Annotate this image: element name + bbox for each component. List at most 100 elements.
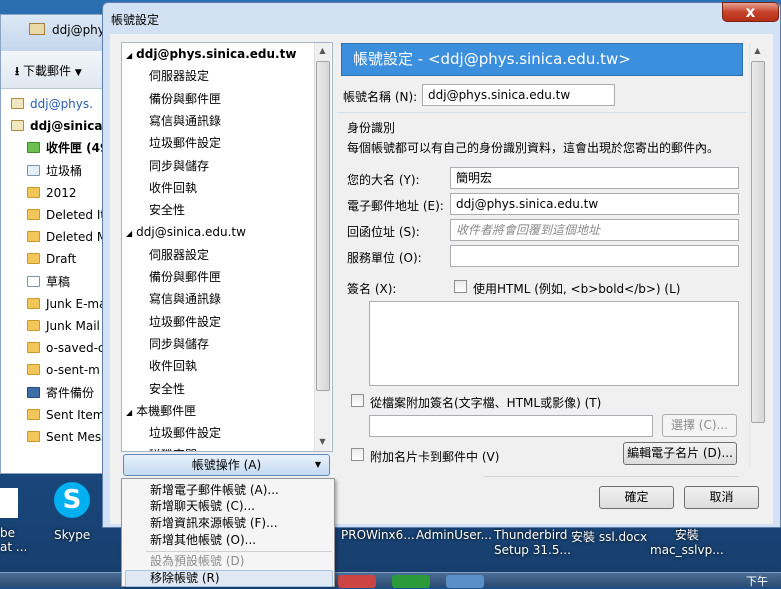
reply-to-input[interactable]: 收件者將會回覆到這個地址: [450, 219, 739, 241]
skype-icon: S: [54, 482, 90, 518]
tree-account[interactable]: ◢ ddj@sinica.edu.tw: [126, 221, 246, 243]
desktop-icon-label: be: [0, 526, 15, 540]
tree-setting-item[interactable]: 垃圾郵件設定: [149, 311, 221, 333]
use-html-checkbox[interactable]: [454, 280, 467, 293]
thunderbird-window: ddj@phy ⭳ 下載郵件 ▼ ddj@phys. ddj@sinica 收件匣 …: [0, 14, 113, 474]
folder-icon: [27, 408, 40, 420]
choose-file-button[interactable]: 選擇 (C)...: [662, 414, 737, 437]
settings-scrollbar[interactable]: ▲: [749, 43, 766, 467]
desktop-file-prowin[interactable]: PROWinx6...: [341, 528, 415, 542]
download-icon: ⭳: [15, 64, 20, 78]
dropdown-arrow-icon[interactable]: ▼: [75, 68, 82, 78]
ok-button[interactable]: 確定: [599, 486, 674, 509]
desktop-file-thunderbird-setup[interactable]: Thunderbird Setup 31.5...: [494, 528, 571, 558]
tree-scroll-thumb[interactable]: [316, 61, 330, 391]
tree-setting-item[interactable]: 備份與郵件匣: [149, 266, 221, 288]
attach-signature-label[interactable]: 從檔案附加簽名(文字檔、HTML或影像) (T): [370, 394, 601, 411]
taskbar-button[interactable]: [392, 575, 430, 588]
tree-setting-item[interactable]: 安全性: [149, 199, 185, 221]
folder-item[interactable]: ddj@sinica: [11, 115, 113, 137]
taskbar-button[interactable]: [338, 575, 376, 588]
thunderbird-toolbar: ⭳ 下載郵件 ▼: [1, 51, 111, 89]
tree-setting-item[interactable]: 伺服器設定: [149, 65, 209, 87]
menu-item[interactable]: 移除帳號 (R): [150, 570, 220, 587]
tree-setting-item[interactable]: 備份與郵件匣: [149, 88, 221, 110]
skype-desktop-icon[interactable]: S Skype: [48, 482, 96, 542]
identity-group: [337, 112, 747, 113]
desktop-file-adminuser[interactable]: AdminUser...: [416, 528, 492, 542]
your-name-label: 您的大名 (Y):: [347, 173, 420, 187]
settings-scroll-thumb[interactable]: [751, 61, 765, 423]
account-actions-menu: 新增電子郵件帳號 (A)... 新增聊天帳號 (C)... 新增資訊來源帳號 (F)…: [121, 478, 335, 587]
attach-vcard-label[interactable]: 附加名片卡到郵件中 (V): [370, 448, 499, 465]
tree-scrollbar[interactable]: ▲ ▼: [314, 43, 331, 451]
account-tree[interactable]: ◢ ddj@phys.sinica.edu.tw 伺服器設定 備份與郵件匣 寫信與通訊錄…: [121, 42, 333, 452]
scroll-down-arrow-icon[interactable]: ▼: [315, 437, 330, 446]
menu-item[interactable]: 新增資訊來源帳號 (F)...: [150, 515, 278, 532]
expand-arrow-icon[interactable]: ◢: [126, 229, 132, 238]
taskbar-button[interactable]: [446, 575, 484, 588]
email-input[interactable]: ddj@phys.sinica.edu.tw: [450, 193, 739, 215]
tree-setting-item[interactable]: 收件回執: [149, 177, 197, 199]
app-icon: [0, 488, 18, 518]
folder-label: 垃圾桶: [46, 163, 83, 178]
get-mail-button[interactable]: ⭳ 下載郵件 ▼: [15, 62, 82, 83]
folder-icon: [27, 253, 40, 265]
account-actions-button[interactable]: 帳號操作 (A) ▼: [123, 454, 330, 476]
tree-account[interactable]: ◢ 本機郵件匣: [126, 400, 196, 422]
organization-input[interactable]: [450, 245, 739, 267]
tree-setting-item[interactable]: 磁碟空間: [149, 444, 197, 451]
desktop-file-mac-sslvpn[interactable]: 安裝 mac_sslvp...: [650, 528, 724, 558]
folder-item[interactable]: ddj@phys.: [11, 93, 113, 115]
folder-icon: [27, 186, 40, 198]
menu-item[interactable]: 新增其他帳號 (O)...: [150, 532, 256, 549]
drafts-icon: [27, 275, 40, 287]
scroll-up-arrow-icon[interactable]: ▲: [315, 46, 330, 55]
identity-group-title: 身份識別: [347, 121, 396, 135]
folder-label: 2012: [46, 185, 77, 200]
tree-setting-item[interactable]: 安全性: [149, 378, 185, 400]
desktop-file-ssl-docx[interactable]: 安裝 ssl.docx: [571, 528, 647, 545]
folder-label: ddj@phys.: [30, 97, 93, 111]
identity-description: 每個帳號都可以有自己的身份識別資料，這會出現於您寄出的郵件內。: [347, 141, 720, 155]
folder-label: Draft: [46, 252, 77, 267]
tree-account[interactable]: ◢ ddj@phys.sinica.edu.tw: [126, 43, 296, 65]
cancel-button[interactable]: 取消: [684, 486, 759, 509]
settings-header: 帳號設定 - <ddj@phys.sinica.edu.tw>: [341, 43, 743, 76]
tab-account[interactable]: ddj@phy: [29, 23, 105, 37]
close-button[interactable]: x: [722, 2, 779, 22]
tree-setting-item[interactable]: 寫信與通訊錄: [149, 110, 221, 132]
desktop-icon-partial[interactable]: be at ...: [0, 488, 30, 554]
tree-setting-item[interactable]: 垃圾郵件設定: [149, 422, 221, 444]
account-icon: [11, 98, 24, 109]
expand-arrow-icon[interactable]: ◢: [126, 408, 132, 417]
folder-icon: [27, 431, 40, 442]
scroll-up-arrow-icon[interactable]: ▲: [750, 46, 765, 55]
expand-arrow-icon[interactable]: ◢: [126, 51, 132, 60]
your-name-input[interactable]: 簡明宏: [450, 167, 739, 189]
tree-account-label: ddj@sinica.edu.tw: [136, 225, 246, 240]
account-icon: [11, 120, 24, 132]
signature-file-input[interactable]: [369, 415, 653, 437]
signature-textarea[interactable]: [369, 301, 739, 386]
skype-icon-label: Skype: [54, 528, 91, 542]
menu-item[interactable]: 設為預設帳號 (D): [150, 553, 244, 570]
organization-label: 服務單位 (O):: [347, 251, 422, 265]
attach-signature-checkbox[interactable]: [351, 394, 364, 407]
menu-item[interactable]: 新增電子郵件帳號 (A)...: [150, 482, 279, 499]
tree-setting-item[interactable]: 寫信與通訊錄: [149, 288, 221, 310]
tree-setting-item[interactable]: 伺服器設定: [149, 244, 209, 266]
tree-setting-item[interactable]: 收件回執: [149, 355, 197, 377]
menu-item[interactable]: 新增聊天帳號 (C)...: [150, 498, 255, 515]
folder-icon: [27, 297, 40, 309]
tree-setting-item[interactable]: 同步與儲存: [149, 155, 209, 177]
tree-setting-item[interactable]: 垃圾郵件設定: [149, 132, 221, 154]
account-name-label: 帳號名稱 (N):: [343, 90, 418, 104]
use-html-label[interactable]: 使用HTML (例如, <b>bold</b>) (L): [473, 280, 680, 297]
attach-vcard-checkbox[interactable]: [351, 448, 364, 461]
edit-vcard-button[interactable]: 編輯電子名片 (D)...: [623, 442, 737, 465]
folder-label: Sent Mess: [46, 430, 108, 444]
tree-setting-item[interactable]: 同步與儲存: [149, 333, 209, 355]
account-name-input[interactable]: ddj@phys.sinica.edu.tw: [422, 84, 615, 106]
folder-label: o-saved-c: [46, 341, 105, 356]
